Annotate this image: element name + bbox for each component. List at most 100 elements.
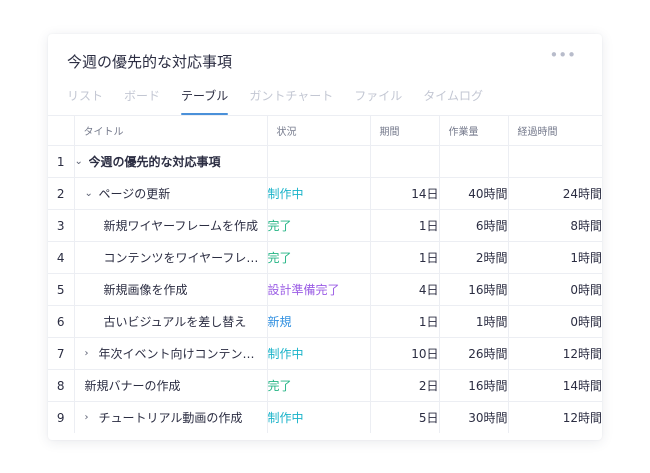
column-header-title[interactable]: タイトル — [74, 115, 268, 146]
tab-files[interactable]: ファイル — [354, 87, 402, 115]
duration-cell[interactable]: 2日 — [370, 369, 440, 402]
row-number: 9 — [48, 401, 75, 433]
chevron-right-icon[interactable]: › — [85, 348, 99, 359]
table-row[interactable]: 7 › 年次イベント向けコンテンツ作成 制作中 10日 26時間 12時間 — [48, 337, 602, 370]
row-number: 2 — [48, 177, 75, 210]
page-title: 今週の優先的な対応事項 — [67, 53, 233, 71]
tab-list[interactable]: リスト — [67, 87, 103, 115]
work-cell[interactable]: 30時間 — [439, 401, 509, 433]
task-title-wrapper: › 年次イベント向けコンテンツ作成 — [75, 345, 267, 362]
status-badge[interactable]: 設計準備完了 — [267, 273, 371, 306]
duration-cell[interactable]: 1日 — [370, 305, 440, 338]
task-title-wrapper: › チュートリアル動画の作成 — [75, 409, 267, 426]
elapsed-cell[interactable]: 1時間 — [508, 241, 602, 274]
task-table-card: 今週の優先的な対応事項 ••• リスト ボード テーブル ガントチャート ファイ… — [48, 34, 602, 440]
elapsed-cell[interactable] — [508, 145, 602, 178]
task-title-wrapper: ⌄ ページの更新 — [75, 185, 267, 202]
work-cell[interactable]: 1時間 — [439, 305, 509, 338]
task-title-wrapper: 新規バナーの作成 — [75, 377, 267, 394]
task-title-wrapper: 古いビジュアルを差し替え — [75, 313, 267, 330]
work-cell[interactable]: 6時間 — [439, 209, 509, 242]
duration-cell[interactable]: 14日 — [370, 177, 440, 210]
elapsed-cell[interactable]: 14時間 — [508, 369, 602, 402]
tab-gantt[interactable]: ガントチャート — [249, 87, 333, 115]
row-number: 3 — [48, 209, 75, 242]
row-number: 5 — [48, 273, 75, 306]
work-cell[interactable]: 26時間 — [439, 337, 509, 370]
row-number-header — [48, 115, 75, 146]
elapsed-cell[interactable]: 8時間 — [508, 209, 602, 242]
task-title-cell[interactable]: ⌄ 今週の優先的な対応事項 — [74, 145, 268, 178]
work-cell[interactable]: 40時間 — [439, 177, 509, 210]
task-title-cell[interactable]: 新規画像を作成 — [74, 273, 268, 306]
table-row[interactable]: 4 コンテンツをワイヤーフレームに追加完了1日2時間1時間 — [48, 241, 602, 274]
status-badge[interactable]: 新規 — [267, 305, 371, 338]
view-tabs: リスト ボード テーブル ガントチャート ファイル タイムログ — [67, 87, 504, 115]
row-number: 8 — [48, 369, 75, 402]
duration-cell[interactable]: 5日 — [370, 401, 440, 433]
elapsed-cell[interactable]: 12時間 — [508, 401, 602, 433]
task-title-cell[interactable]: 新規バナーの作成 — [74, 369, 268, 402]
status-badge[interactable]: 完了 — [267, 209, 371, 242]
task-title-cell[interactable]: コンテンツをワイヤーフレームに追加 — [74, 241, 268, 274]
status-badge[interactable]: 完了 — [267, 369, 371, 402]
table-row[interactable]: 8 新規バナーの作成 完了 2日 16時間 14時間 — [48, 369, 602, 402]
status-badge[interactable]: 制作中 — [267, 177, 371, 210]
row-number: 6 — [48, 305, 75, 338]
task-title: 古いビジュアルを差し替え — [103, 315, 247, 329]
table-row[interactable]: 9 › チュートリアル動画の作成 制作中 5日 30時間 12時間 — [48, 401, 602, 433]
elapsed-cell[interactable]: 24時間 — [508, 177, 602, 210]
work-cell[interactable] — [439, 145, 509, 178]
elapsed-cell[interactable]: 0時間 — [508, 305, 602, 338]
duration-cell[interactable]: 10日 — [370, 337, 440, 370]
task-title-cell[interactable]: 古いビジュアルを差し替え — [74, 305, 268, 338]
row-number: 4 — [48, 241, 75, 274]
task-title: 今週の優先的な対応事項 — [88, 155, 221, 169]
tab-table[interactable]: テーブル — [181, 87, 229, 115]
table-row[interactable]: 3 新規ワイヤーフレームを作成 完了 1日 6時間 8時間 — [48, 209, 602, 242]
work-cell[interactable]: 2時間 — [439, 241, 509, 274]
task-title-wrapper: ⌄ 今週の優先的な対応事項 — [75, 153, 267, 170]
elapsed-cell[interactable]: 0時間 — [508, 273, 602, 306]
task-title: 新規画像を作成 — [103, 283, 188, 297]
column-header-work[interactable]: 作業量 — [439, 115, 509, 146]
elapsed-cell[interactable]: 12時間 — [508, 337, 602, 370]
table-row[interactable]: 6 古いビジュアルを差し替え 新規 1日 1時間 0時間 — [48, 305, 602, 338]
task-title: ページの更新 — [98, 187, 171, 201]
row-number: 7 — [48, 337, 75, 370]
work-cell[interactable]: 16時間 — [439, 369, 509, 402]
column-header-elapsed[interactable]: 経過時間 — [508, 115, 602, 146]
task-title-cell[interactable]: › チュートリアル動画の作成 — [74, 401, 268, 433]
duration-cell[interactable]: 1日 — [370, 209, 440, 242]
task-title-cell[interactable]: ⌄ ページの更新 — [74, 177, 268, 210]
duration-cell[interactable] — [370, 145, 440, 178]
tab-board[interactable]: ボード — [124, 87, 160, 115]
table-header-row: タイトル 状況 期間 作業量 経過時間 — [48, 115, 602, 146]
tab-timelog[interactable]: タイムログ — [423, 87, 483, 115]
status-badge[interactable]: 完了 — [267, 241, 371, 274]
task-table: タイトル 状況 期間 作業量 経過時間 1 ⌄ 今週の優先的な対応事項 2 ⌄ ページの更… — [48, 115, 602, 433]
column-header-status[interactable]: 状況 — [267, 115, 371, 146]
status-badge[interactable]: 制作中 — [267, 401, 371, 433]
task-title-cell[interactable]: › 年次イベント向けコンテンツ作成 — [74, 337, 268, 370]
table-row[interactable]: 2 ⌄ ページの更新 制作中 14日 40時間 24時間 — [48, 177, 602, 210]
status-badge[interactable]: 制作中 — [267, 337, 371, 370]
chevron-down-icon[interactable]: ⌄ — [75, 156, 89, 167]
more-options-icon[interactable]: ••• — [549, 48, 576, 63]
status-badge[interactable] — [267, 145, 371, 178]
task-title: チュートリアル動画の作成 — [98, 411, 243, 425]
column-header-duration[interactable]: 期間 — [370, 115, 440, 146]
duration-cell[interactable]: 1日 — [370, 241, 440, 274]
task-title: 新規バナーの作成 — [84, 379, 181, 393]
table-row[interactable]: 1 ⌄ 今週の優先的な対応事項 — [48, 145, 602, 178]
task-title-cell[interactable]: 新規ワイヤーフレームを作成 — [74, 209, 268, 242]
chevron-right-icon[interactable]: › — [85, 412, 99, 423]
task-title-wrapper: コンテンツをワイヤーフレームに追加 — [75, 249, 267, 266]
chevron-down-icon[interactable]: ⌄ — [85, 188, 99, 199]
task-title-wrapper: 新規画像を作成 — [75, 281, 267, 298]
row-number: 1 — [48, 145, 75, 178]
task-title: コンテンツをワイヤーフレームに追加 — [103, 251, 267, 265]
duration-cell[interactable]: 4日 — [370, 273, 440, 306]
table-row[interactable]: 5 新規画像を作成 設計準備完了 4日 16時間 0時間 — [48, 273, 602, 306]
work-cell[interactable]: 16時間 — [439, 273, 509, 306]
